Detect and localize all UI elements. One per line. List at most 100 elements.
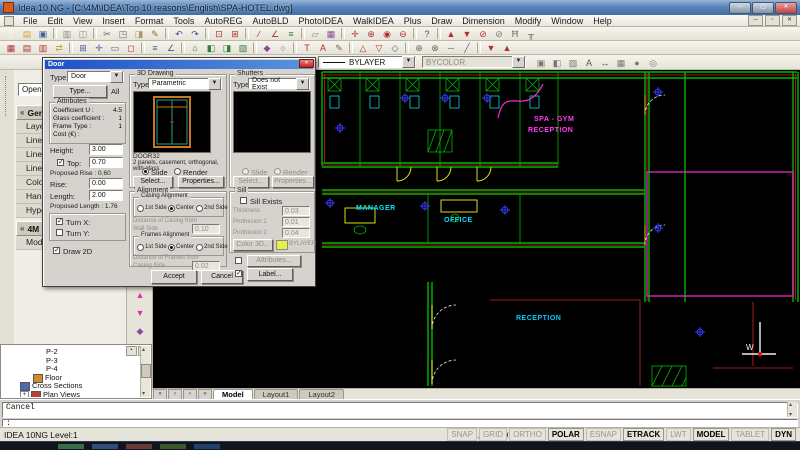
menu-dimension[interactable]: Dimension <box>457 16 510 26</box>
render-radio[interactable] <box>174 168 181 175</box>
menu-help[interactable]: Help <box>588 16 617 26</box>
vt-zoom-out-icon[interactable]: ▼ <box>130 306 150 320</box>
toggle-esnap[interactable]: ESNAP <box>586 428 621 441</box>
door-type-select[interactable]: Door▼ <box>67 71 124 82</box>
menu-photoidea[interactable]: PhotoIDEA <box>294 16 349 26</box>
toggle-dyn[interactable]: DYN <box>771 428 796 441</box>
toggle-snap[interactable]: SNAP <box>447 428 477 441</box>
sketch-icon[interactable]: ∕ <box>251 27 267 41</box>
osnap-settings-icon[interactable]: ⊡ <box>211 27 227 41</box>
toggle-lwt[interactable]: LWT <box>666 428 690 441</box>
drafting-settings-icon[interactable]: ⊞ <box>227 27 243 41</box>
drawing3d-type-select[interactable]: Parametric▼ <box>148 78 222 89</box>
chevron-down-icon[interactable]: ▼ <box>208 78 221 90</box>
turn-x-checkbox[interactable] <box>56 218 63 225</box>
casing-center-radio[interactable] <box>168 205 175 212</box>
type-button[interactable]: Type... <box>53 85 107 98</box>
drag-grip-icon[interactable] <box>5 76 9 116</box>
leader-icon[interactable]: ▽ <box>371 41 387 55</box>
shutter-icon[interactable]: ▨ <box>235 41 251 55</box>
axes-icon[interactable]: ✛ <box>91 41 107 55</box>
toggle-tablet[interactable]: TABLET <box>731 428 769 441</box>
toggle-ortho[interactable]: ORTHO <box>509 428 546 441</box>
label-button[interactable]: Label... <box>247 268 293 281</box>
next-floor-icon[interactable]: ▲ <box>499 41 515 55</box>
column-grid-icon[interactable]: Ħ <box>507 27 523 41</box>
paste-icon[interactable]: ◨ <box>131 27 147 41</box>
toggle-model[interactable]: MODEL <box>693 428 730 441</box>
menu-walkidea[interactable]: WalkIDEA <box>348 16 399 26</box>
tree-item-p-4[interactable]: P-4 <box>3 365 139 374</box>
beam-section-icon[interactable]: ╥ <box>523 27 539 41</box>
menu-draw[interactable]: Draw <box>426 16 457 26</box>
chevron-down-icon[interactable]: ▼ <box>402 56 415 68</box>
height-field[interactable]: 3.00 <box>89 144 123 155</box>
toggle-grid[interactable]: GRID <box>479 428 507 441</box>
mdi-restore-icon[interactable]: ▫ <box>765 15 780 26</box>
diagonal-icon[interactable]: ╱ <box>459 41 475 55</box>
layer-down-icon[interactable]: ▼ <box>459 27 475 41</box>
command-history[interactable]: Cancel <box>2 402 798 418</box>
mdi-minimize-icon[interactable]: ─ <box>748 15 763 26</box>
make-block-icon[interactable]: ▣ <box>533 56 549 70</box>
delete-wall-icon[interactable]: ▥ <box>35 41 51 55</box>
color-select[interactable]: BYCOLOR ▼ <box>422 56 526 68</box>
dimension-icon[interactable]: △ <box>355 41 371 55</box>
toggle-polar[interactable]: POLAR <box>548 428 584 441</box>
ramp-icon[interactable]: ∠ <box>163 41 179 55</box>
help-icon[interactable]: ? <box>419 27 435 41</box>
menu-modify[interactable]: Modify <box>510 16 547 26</box>
new-icon[interactable]: ▯ <box>3 27 19 41</box>
window-icon[interactable]: ◧ <box>203 41 219 55</box>
opening-icon[interactable]: ◨ <box>219 41 235 55</box>
dialog-close-icon[interactable]: ✕ <box>299 59 314 68</box>
dialog-title-bar[interactable]: Door <box>45 60 313 69</box>
unlock-layer-icon[interactable]: ⊘ <box>491 27 507 41</box>
turn-y-checkbox[interactable] <box>56 229 63 236</box>
menu-plus[interactable]: Plus <box>399 16 427 26</box>
move-wall-icon[interactable]: ⇄ <box>51 41 67 55</box>
menu-edit[interactable]: Edit <box>43 16 69 26</box>
command-scrollbar[interactable] <box>787 402 797 417</box>
maximize-button[interactable]: ▢ <box>752 2 774 14</box>
properties-button[interactable]: Properties... <box>178 176 224 188</box>
vt-zoom-in-icon[interactable]: ▲ <box>130 288 150 302</box>
chevron-down-icon[interactable]: ▼ <box>296 78 309 90</box>
menu-autobld[interactable]: AutoBLD <box>247 16 293 26</box>
text-icon[interactable]: T <box>299 41 315 55</box>
tree-item-p-3[interactable]: P-3 <box>3 357 139 366</box>
annotate-icon[interactable]: ✎ <box>331 41 347 55</box>
chevron-down-icon[interactable]: ▼ <box>512 56 525 68</box>
expander-icon[interactable]: + <box>20 391 29 397</box>
inner-wall-icon[interactable]: ▤ <box>19 41 35 55</box>
column-icon[interactable]: ▭ <box>107 41 123 55</box>
vt-layers-icon[interactable]: ◆ <box>130 324 150 338</box>
stairs-icon[interactable]: ≡ <box>147 41 163 55</box>
circle-icon[interactable]: ⊕ <box>411 41 427 55</box>
menu-tools[interactable]: Tools <box>168 16 199 26</box>
column-round-icon[interactable]: ◻ <box>123 41 139 55</box>
redo-icon[interactable]: ↷ <box>187 27 203 41</box>
rise-field[interactable]: 0.00 <box>89 178 123 189</box>
casing-1st-radio[interactable] <box>137 205 144 212</box>
save-icon[interactable]: ▣ <box>35 27 51 41</box>
lock-layer-icon[interactable]: ⊘ <box>475 27 491 41</box>
linetype-select[interactable]: BYLAYER ▼ <box>318 56 416 68</box>
door-icon[interactable]: ⌂ <box>187 41 203 55</box>
render-icon[interactable]: ● <box>629 56 645 70</box>
label-checkbox[interactable] <box>235 270 242 277</box>
print-icon[interactable]: ▥ <box>59 27 75 41</box>
menu-insert[interactable]: Insert <box>97 16 130 26</box>
minimize-button[interactable]: ─ <box>729 2 751 14</box>
hatch-icon[interactable]: ◇ <box>387 41 403 55</box>
scrollbar-thumb[interactable] <box>141 364 151 378</box>
roof-icon[interactable]: ◆ <box>259 41 275 55</box>
cut-icon[interactable]: ✂ <box>99 27 115 41</box>
options-icon[interactable]: ◎ <box>645 56 661 70</box>
dim-style-icon[interactable]: ↔ <box>597 56 613 70</box>
mdi-close-icon[interactable]: ✕ <box>782 15 797 26</box>
layer-up-icon[interactable]: ▲ <box>443 27 459 41</box>
command-input[interactable]: : <box>2 419 798 427</box>
text-style-icon[interactable]: A <box>581 56 597 70</box>
attributes-checkbox[interactable] <box>235 257 242 264</box>
